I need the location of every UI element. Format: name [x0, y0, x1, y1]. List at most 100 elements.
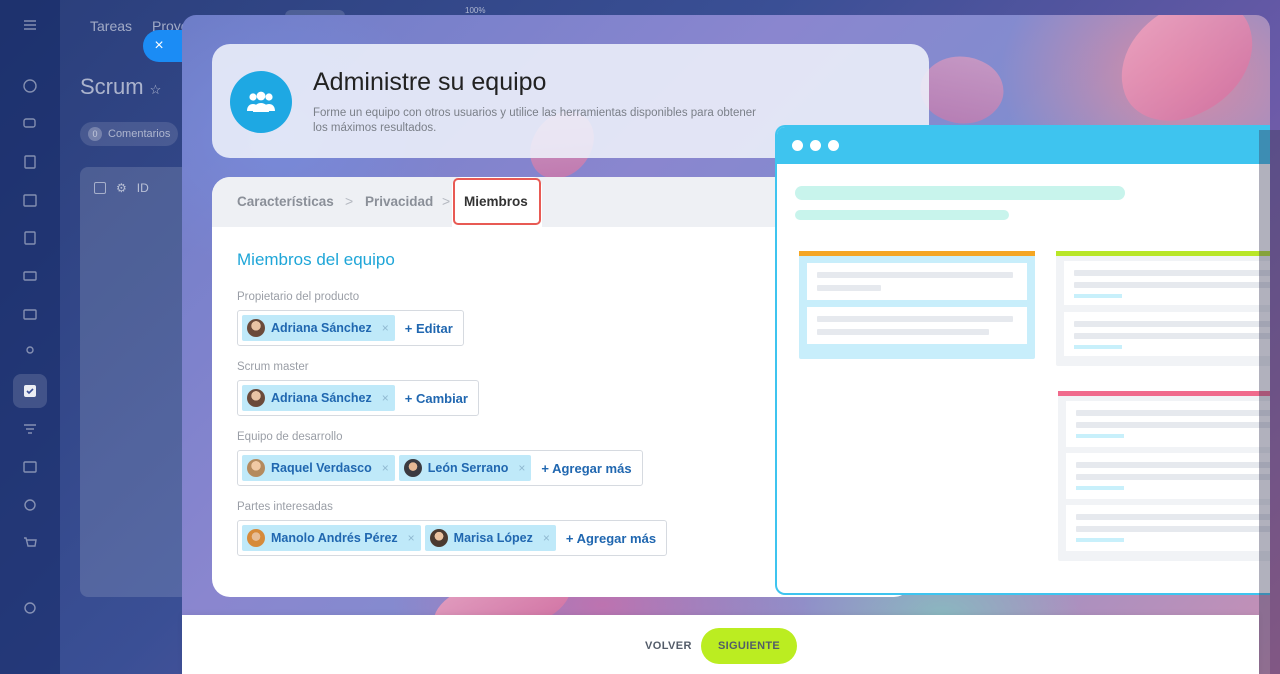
illustration-titlebar — [777, 127, 1270, 164]
member-tag[interactable]: Marisa López × — [424, 525, 556, 551]
avatar — [247, 389, 265, 407]
step-privacy[interactable]: Privacidad — [365, 194, 433, 209]
board-column — [1056, 251, 1270, 366]
gear-icon[interactable]: ⚙ — [116, 181, 127, 195]
bg-page-title: Scrum ☆ — [80, 74, 161, 100]
field-label-stakeholders: Partes interesadas — [237, 501, 333, 513]
close-slider-button[interactable]: × — [143, 30, 185, 62]
column-topbar — [1056, 251, 1270, 256]
member-tag[interactable]: Adriana Sánchez × — [242, 385, 395, 411]
member-tag[interactable]: Manolo Andrés Pérez × — [242, 525, 421, 551]
remove-icon[interactable]: × — [382, 321, 389, 335]
member-tag[interactable]: León Serrano × — [398, 455, 532, 481]
board-card — [1066, 401, 1270, 447]
card-line — [1074, 282, 1270, 288]
card-line — [817, 285, 881, 291]
section-title: Miembros del equipo — [237, 250, 395, 269]
field-label-scrum-master: Scrum master — [237, 361, 309, 373]
remove-icon[interactable]: × — [518, 461, 525, 475]
card-line — [1076, 474, 1270, 480]
change-link[interactable]: + Cambiar — [399, 391, 474, 406]
member-name: León Serrano — [427, 461, 509, 475]
bg-table: ⚙ ID — [80, 167, 190, 597]
board-card — [1066, 505, 1270, 551]
avatar — [403, 459, 422, 477]
step-highlight-outline — [453, 178, 541, 225]
edit-link[interactable]: + Editar — [399, 321, 459, 336]
board-card — [1066, 453, 1270, 499]
bg-comments-button[interactable]: 0 Comentarios — [80, 122, 179, 146]
team-icon — [230, 71, 292, 133]
card-line — [1074, 294, 1122, 298]
member-name: Raquel Verdasco — [271, 461, 372, 475]
id-column-header: ID — [136, 181, 149, 195]
remove-icon[interactable]: × — [543, 531, 550, 545]
next-button[interactable]: SIGUIENTE — [701, 628, 797, 664]
board-column — [1058, 391, 1270, 561]
workgroups-icon[interactable] — [20, 457, 40, 477]
board-illustration — [775, 125, 1270, 595]
card-line — [1076, 462, 1270, 468]
card-line — [1076, 526, 1270, 532]
contacts-icon[interactable] — [20, 342, 40, 362]
board-card — [1064, 312, 1270, 356]
bg-table-header: ⚙ ID — [94, 181, 149, 195]
pulse-icon[interactable] — [20, 76, 40, 96]
select-all-checkbox[interactable] — [94, 182, 106, 194]
settings-icon[interactable] — [20, 598, 40, 618]
scrum-master-field[interactable]: Adriana Sánchez × + Cambiar — [237, 380, 479, 416]
window-dot — [810, 140, 821, 151]
member-tag[interactable]: Adriana Sánchez × — [242, 315, 395, 341]
card-line — [1074, 321, 1270, 327]
pin-icon[interactable]: ☆ — [150, 82, 162, 97]
remove-icon[interactable]: × — [382, 461, 389, 475]
placeholder-line — [795, 186, 1125, 200]
document-icon[interactable] — [20, 228, 40, 248]
card-line — [1076, 538, 1124, 542]
product-owner-field[interactable]: Adriana Sánchez × + Editar — [237, 310, 464, 346]
bg-tab-tasks[interactable]: Tareas — [90, 18, 132, 34]
mail-icon[interactable] — [20, 304, 40, 324]
add-more-link[interactable]: + Agregar más — [560, 531, 662, 546]
add-more-link[interactable]: + Agregar más — [535, 461, 637, 476]
comments-count: 0 — [88, 127, 102, 141]
menu-icon[interactable] — [20, 15, 40, 35]
board-column — [799, 251, 1035, 359]
member-name: Adriana Sánchez — [271, 391, 372, 405]
stakeholders-field[interactable]: Manolo Andrés Pérez × Marisa López × + A… — [237, 520, 668, 556]
remove-icon[interactable]: × — [408, 531, 415, 545]
board-card — [807, 307, 1027, 344]
comments-label: Comentarios — [108, 128, 171, 140]
avatar — [247, 459, 265, 477]
card-line — [1076, 434, 1124, 438]
card-line — [1076, 486, 1124, 490]
board-card — [807, 263, 1027, 300]
member-name: Marisa López — [453, 531, 533, 545]
window-dot — [828, 140, 839, 151]
step-characteristics[interactable]: Características — [237, 194, 334, 209]
calendar-icon[interactable] — [20, 190, 40, 210]
right-edge-shadow — [1259, 130, 1280, 674]
dev-team-field[interactable]: Raquel Verdasco × León Serrano × + Agreg… — [237, 450, 643, 486]
chat-icon[interactable] — [20, 114, 40, 134]
window-dot — [792, 140, 803, 151]
placeholder-line — [795, 210, 1009, 220]
member-tag[interactable]: Raquel Verdasco × — [242, 455, 395, 481]
chevron-right-icon: > — [442, 193, 451, 209]
member-name: Manolo Andrés Pérez — [271, 531, 398, 545]
funnel-icon[interactable] — [20, 419, 40, 439]
remove-icon[interactable]: × — [382, 391, 389, 405]
slider-panel: Administre su equipo Forme un equipo con… — [182, 15, 1270, 674]
drive-icon[interactable] — [20, 266, 40, 286]
page-description: Forme un equipo con otros usuarios y uti… — [313, 107, 756, 134]
target-icon[interactable] — [20, 495, 40, 515]
card-line — [1074, 345, 1122, 349]
card-line — [1074, 270, 1270, 276]
cart-icon[interactable] — [20, 533, 40, 553]
card-line — [817, 329, 989, 335]
tasks-icon[interactable] — [20, 381, 40, 401]
back-button[interactable]: VOLVER — [645, 640, 692, 652]
card-line — [1074, 333, 1270, 339]
feed-icon[interactable] — [20, 152, 40, 172]
column-topbar — [1058, 391, 1270, 396]
